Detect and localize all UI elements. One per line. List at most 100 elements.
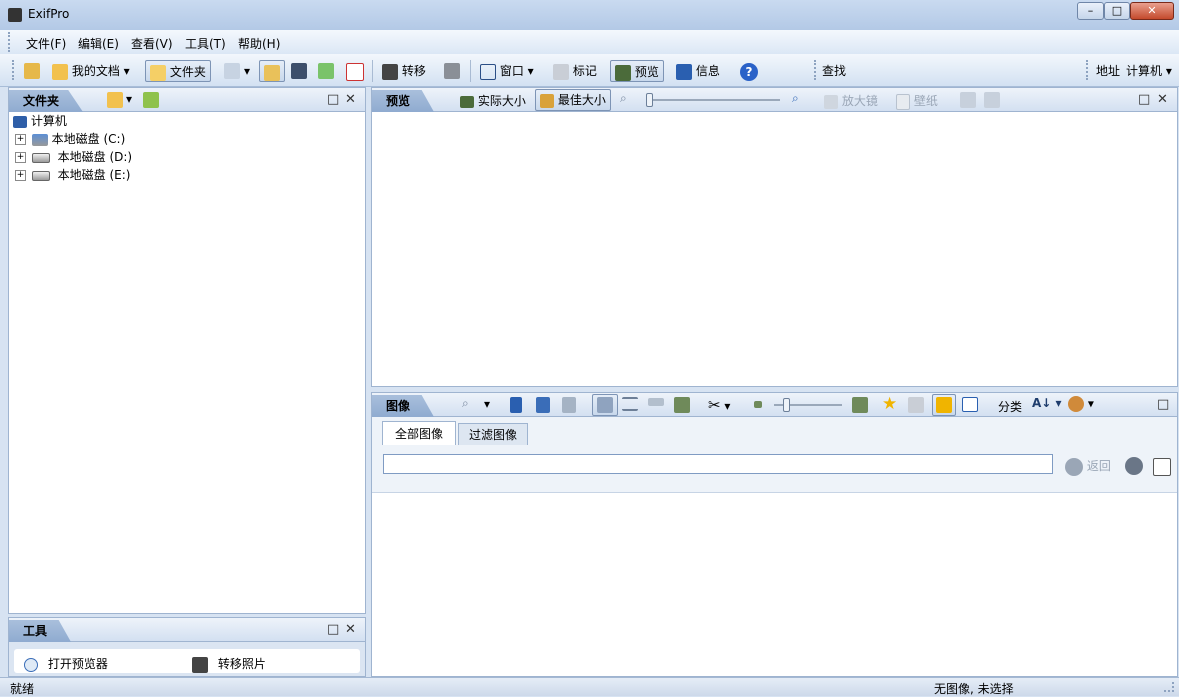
tree-item[interactable]: + 本地磁盘 (D:) bbox=[13, 148, 132, 166]
group-by-button[interactable]: ▾ bbox=[1068, 396, 1094, 412]
minimize-button[interactable]: – bbox=[1077, 2, 1104, 20]
preview-button[interactable]: 预览 bbox=[610, 60, 664, 82]
small-thumb-icon bbox=[754, 401, 762, 408]
camera-icon bbox=[192, 656, 208, 673]
expand-icon[interactable]: + bbox=[15, 152, 26, 163]
tree-root[interactable]: 计算机 bbox=[13, 112, 132, 130]
sort-label[interactable]: 分类 bbox=[998, 398, 1022, 415]
title-bar: ExifPro – □ ✕ bbox=[0, 0, 1179, 30]
rotate-right-icon[interactable] bbox=[984, 92, 1000, 108]
restore-icon[interactable]: □ bbox=[1138, 92, 1150, 107]
tag-icon[interactable] bbox=[908, 397, 924, 413]
folders-label: 文件夹 bbox=[169, 65, 206, 79]
tree-view-button[interactable] bbox=[259, 60, 285, 82]
menu-help[interactable]: 帮助(H) bbox=[238, 35, 280, 52]
thumbnails-view-button[interactable] bbox=[592, 394, 618, 416]
menu-file[interactable]: 文件(F) bbox=[26, 35, 66, 52]
images-panel-tab[interactable]: 图像 bbox=[372, 395, 435, 417]
menu-view[interactable]: 查看(V) bbox=[131, 35, 173, 52]
refresh-icon[interactable] bbox=[318, 63, 334, 79]
best-fit-button[interactable]: 最佳大小 bbox=[535, 89, 611, 111]
details-view-icon[interactable] bbox=[622, 397, 638, 411]
preview-label: 预览 bbox=[634, 65, 659, 79]
restore-icon[interactable]: □ bbox=[1157, 397, 1169, 412]
calendar-icon[interactable] bbox=[962, 397, 978, 412]
print-icon[interactable] bbox=[444, 63, 460, 79]
rotate-left-icon[interactable] bbox=[960, 92, 976, 108]
best-fit-label: 最佳大小 bbox=[557, 93, 606, 107]
forward-icon[interactable] bbox=[1125, 457, 1143, 475]
help-icon[interactable]: ? bbox=[740, 63, 758, 81]
folders-button[interactable]: 文件夹 bbox=[145, 60, 211, 82]
window-button[interactable]: 窗口 ▾ bbox=[480, 60, 534, 82]
transfer-photos-item[interactable]: 转移照片 bbox=[192, 655, 266, 673]
star-icon[interactable]: ★ bbox=[882, 394, 897, 414]
resize-grip[interactable] bbox=[1164, 682, 1174, 692]
close-icon[interactable]: ✕ bbox=[345, 622, 356, 637]
tag-filter-button[interactable] bbox=[932, 394, 956, 416]
tiles-view-icon[interactable] bbox=[648, 398, 664, 406]
tools-dropdown-button[interactable]: ✂ ▾ bbox=[708, 396, 730, 414]
tag-filter-icon bbox=[936, 397, 952, 413]
thumbnail-size-thumb[interactable] bbox=[783, 398, 791, 412]
restore-icon[interactable]: □ bbox=[327, 92, 339, 107]
expand-icon[interactable]: + bbox=[15, 170, 26, 181]
wallpaper-icon bbox=[896, 93, 910, 110]
exif-icon[interactable] bbox=[291, 63, 307, 79]
preview-panel-tab[interactable]: 预览 bbox=[372, 90, 435, 112]
ungroup-icon[interactable] bbox=[562, 397, 576, 413]
wallpaper-button[interactable]: 壁纸 bbox=[896, 92, 938, 110]
folders-panel-tab[interactable]: 文件夹 bbox=[9, 90, 84, 112]
images-panel: 图像 ⌕ ▾ ✂ ▾ ★ 分类 A↓ ▾ ▾ □ 全部图像 过滤图像 返回 bbox=[371, 392, 1178, 677]
select-icon[interactable] bbox=[510, 397, 522, 413]
restore-icon[interactable]: □ bbox=[327, 622, 339, 637]
expand-icon[interactable]: + bbox=[15, 134, 26, 145]
tab-all-images[interactable]: 全部图像 bbox=[382, 421, 457, 445]
thumbnail-size-slider[interactable] bbox=[774, 398, 842, 412]
chevron-down-icon[interactable]: ▾ bbox=[244, 60, 250, 82]
tools-panel-tab[interactable]: 工具 bbox=[9, 620, 72, 642]
fit-icon bbox=[540, 93, 554, 108]
tag-button[interactable]: 标记 bbox=[553, 60, 597, 82]
close-icon[interactable]: ✕ bbox=[345, 92, 356, 107]
info-button[interactable]: 信息 bbox=[676, 60, 720, 82]
filter-dropdown-icon[interactable] bbox=[224, 63, 240, 79]
close-button[interactable]: ✕ bbox=[1130, 2, 1174, 20]
drive-icon bbox=[31, 152, 50, 163]
zoom-out-icon[interactable]: ⌕ bbox=[620, 91, 627, 106]
menu-edit[interactable]: 编辑(E) bbox=[78, 35, 119, 52]
zoom-slider-thumb[interactable] bbox=[646, 93, 653, 107]
open-viewer-item[interactable]: 打开预览器 bbox=[24, 655, 108, 672]
chevron-down-icon[interactable]: ▾ bbox=[126, 92, 132, 106]
transfer-button[interactable]: 转移 bbox=[382, 60, 426, 82]
browse-icon[interactable] bbox=[24, 63, 40, 79]
chevron-down-icon[interactable]: ▾ bbox=[484, 397, 490, 411]
close-icon[interactable]: ✕ bbox=[1157, 92, 1168, 107]
go-up-icon[interactable] bbox=[143, 92, 159, 108]
preview-view-icon[interactable] bbox=[674, 397, 690, 413]
tree-item[interactable]: + 本地磁盘 (C:) bbox=[13, 130, 132, 148]
filter-input[interactable] bbox=[383, 454, 1053, 474]
delete-icon[interactable] bbox=[346, 63, 364, 81]
folder-up-icon[interactable] bbox=[107, 92, 123, 108]
find-grip bbox=[814, 60, 819, 80]
search-icon[interactable]: ⌕ bbox=[462, 396, 469, 411]
group-icon[interactable] bbox=[536, 397, 550, 413]
actual-size-button[interactable]: 实际大小 bbox=[460, 92, 526, 109]
sort-order-button[interactable]: A↓ ▾ bbox=[1032, 396, 1062, 410]
magnifier-button[interactable]: 放大镜 bbox=[824, 92, 878, 109]
window-title: ExifPro bbox=[28, 7, 70, 21]
computer-icon bbox=[13, 115, 27, 128]
clear-filter-icon[interactable] bbox=[1153, 458, 1171, 476]
address-input[interactable]: 计算机 ▾ bbox=[1126, 60, 1172, 82]
back-button[interactable]: 返回 bbox=[1065, 457, 1111, 476]
zoom-in-icon[interactable]: ⌕ bbox=[792, 91, 799, 106]
maximize-button[interactable]: □ bbox=[1104, 2, 1130, 20]
tab-filtered-images[interactable]: 过滤图像 bbox=[458, 423, 529, 445]
drive-icon bbox=[31, 170, 50, 181]
tree-item[interactable]: + 本地磁盘 (E:) bbox=[13, 166, 132, 184]
menu-tools[interactable]: 工具(T) bbox=[185, 35, 226, 52]
toolbar-separator-2 bbox=[470, 60, 471, 82]
zoom-slider[interactable] bbox=[646, 93, 780, 107]
my-documents-button[interactable]: 我的文档 ▾ bbox=[52, 60, 130, 82]
